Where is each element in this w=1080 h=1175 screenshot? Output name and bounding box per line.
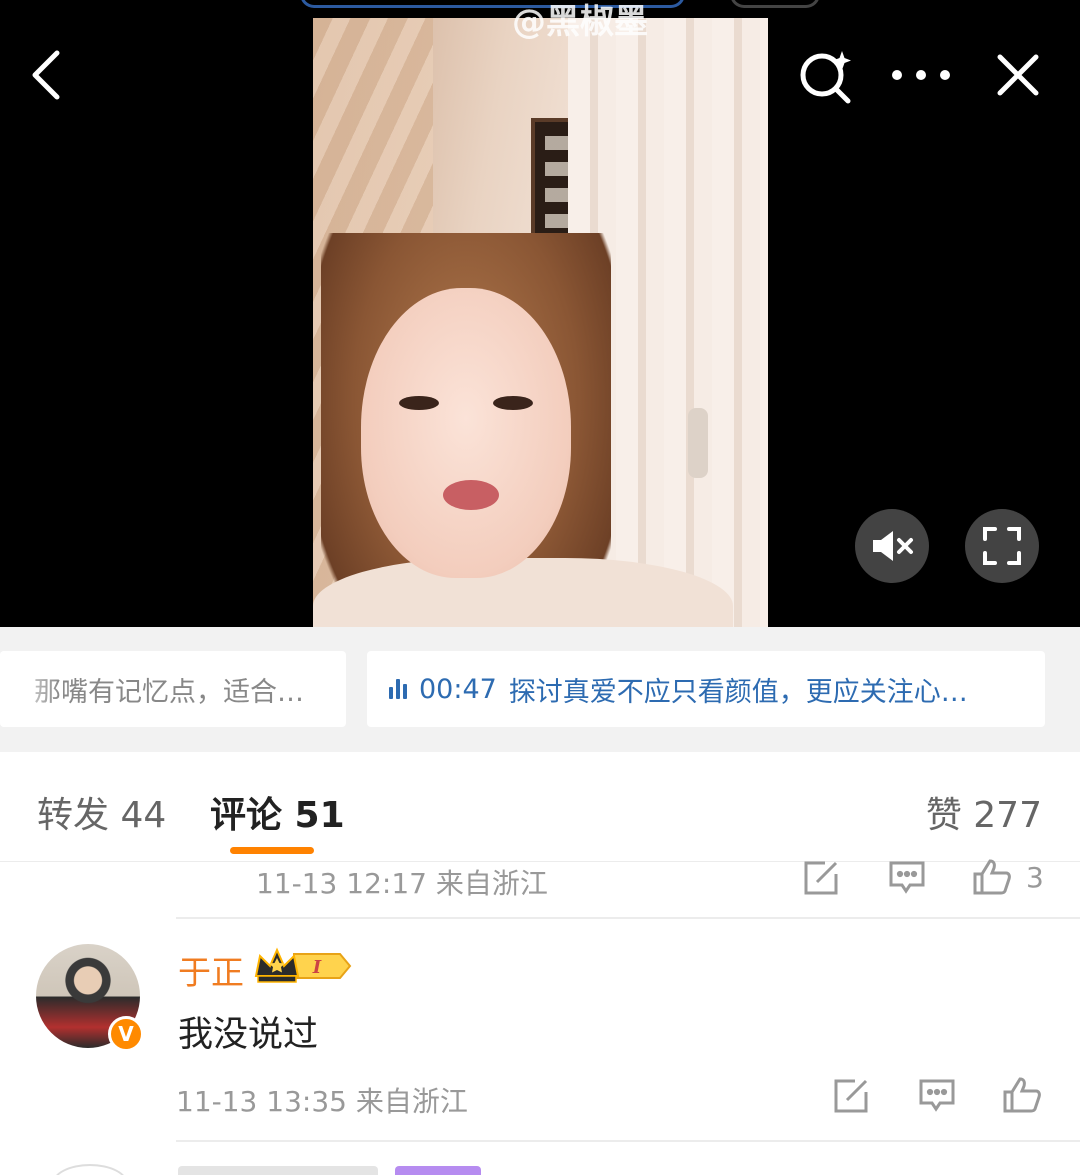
chevron-left-icon[interactable] (22, 45, 72, 105)
comment-divider (176, 917, 1080, 919)
comment-meta: 11-13 13:35 来自浙江 (176, 1085, 468, 1118)
tab-repost[interactable]: 转发 44 (37, 786, 166, 838)
like-button[interactable]: 3 (972, 858, 1044, 896)
video-frame[interactable] (313, 18, 768, 627)
tab-like[interactable]: 赞 277 (926, 786, 1042, 838)
thumbs-up-icon (973, 859, 1011, 895)
related-topics-bar: 那嘴有记忆点，适合… 00:47 探讨真爱不应只看颜值，更应关注心… (0, 627, 1080, 752)
next-comment-peek (0, 1142, 1080, 1175)
thumbs-up-icon[interactable] (1002, 1076, 1042, 1114)
badge-level-text: I (312, 957, 322, 978)
audio-summary-text: 探讨真爱不应只看颜值，更应关注心… (508, 676, 968, 708)
video-person-eye-left (399, 396, 439, 410)
avatar[interactable] (52, 1164, 128, 1175)
video-person-face (361, 288, 571, 578)
status-pill-secondary (730, 0, 820, 8)
share-icon[interactable] (803, 860, 839, 896)
tab-active-indicator (230, 847, 314, 854)
audio-summary-time: 00:47 (419, 673, 497, 705)
video-person-mouth (443, 480, 499, 510)
audio-summary-chip[interactable]: 00:47 探讨真爱不应只看颜值，更应关注心… (367, 651, 1045, 727)
share-icon[interactable] (833, 1078, 869, 1114)
speaker-mute-icon[interactable] (855, 509, 929, 583)
video-person-eye-right (493, 396, 533, 410)
level-badge-icon (395, 1166, 481, 1175)
reply-icon[interactable] (888, 860, 926, 896)
search-sparkle-icon[interactable] (796, 45, 856, 105)
like-count: 3 (1026, 860, 1044, 894)
more-dots-icon[interactable] (888, 50, 954, 100)
video-watermark: @黑椒墨 (512, 2, 648, 42)
fullscreen-icon[interactable] (965, 509, 1039, 583)
previous-comment-footer: 11-13 12:17 来自浙江 3 (0, 859, 1080, 920)
chip-fade-overlay (0, 651, 60, 727)
comment-meta: 11-13 12:17 来自浙江 (256, 867, 548, 900)
related-topic-chip[interactable]: 那嘴有记忆点，适合… (0, 651, 346, 727)
comment-item: V 于正 I 我没说过 11-13 13:35 来自浙江 (0, 920, 1080, 1142)
video-person-body (313, 558, 733, 627)
video-curtain-tie (688, 408, 708, 478)
tab-comment[interactable]: 评论 51 (210, 786, 345, 838)
interaction-tabs: 转发 44 评论 51 赞 277 (0, 752, 1080, 862)
related-topic-text: 那嘴有记忆点，适合… (34, 676, 304, 708)
video-player[interactable]: @黑椒墨 (0, 0, 1080, 627)
crown-level-badge-icon[interactable]: I (254, 946, 352, 986)
close-icon[interactable] (990, 45, 1046, 105)
comment-username-placeholder (178, 1166, 378, 1175)
comment-username[interactable]: 于正 (178, 946, 244, 994)
reply-icon[interactable] (918, 1078, 956, 1114)
verified-badge: V (108, 1016, 144, 1052)
audio-bars-icon (389, 679, 407, 699)
comment-text: 我没说过 (178, 1015, 319, 1055)
